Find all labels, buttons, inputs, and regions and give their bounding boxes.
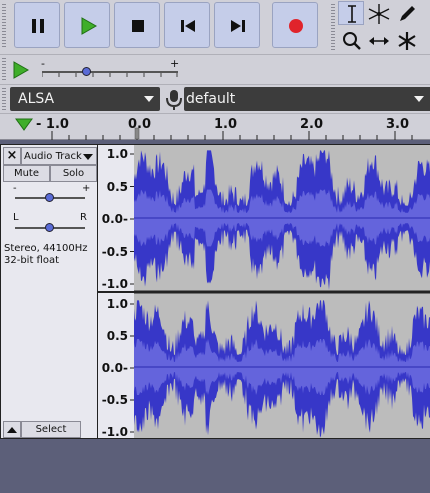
track-menu-button[interactable]: Audio Track (21, 147, 97, 165)
scale-label: -1.0 (101, 277, 128, 291)
mute-button[interactable]: Mute (3, 165, 50, 182)
device-grip[interactable] (2, 88, 6, 110)
track-control-panel: × Audio Track Mute Solo - + L R Stereo, … (0, 144, 98, 439)
play-at-speed-toolbar: - + (0, 54, 430, 84)
pan-slider-thumb[interactable] (45, 223, 54, 232)
multi-tool[interactable] (393, 28, 419, 52)
double-arrow-icon (369, 37, 389, 45)
pan-left-label: L (13, 212, 19, 223)
amplitude-scale[interactable]: 1.0 0.5 0.0- -0.5 -1.0 1.0 0.5 0.0- -0.5 -1.0 (98, 144, 134, 439)
device-toolbar: ALSA default (0, 84, 430, 113)
skip-to-end-icon (231, 20, 245, 32)
timeline-ruler[interactable]: - 1.0 0.0 1.0 2.0 3.0 (0, 113, 430, 140)
collapse-track-button[interactable] (3, 421, 21, 438)
audio-host-value: ALSA (18, 91, 55, 107)
stop-icon (132, 20, 144, 32)
record-icon (289, 19, 303, 33)
transport-toolbar (0, 0, 430, 54)
scale-label: 0.5 (106, 329, 128, 343)
gain-slider-thumb[interactable] (45, 193, 54, 202)
play-at-speed-icon[interactable] (10, 59, 32, 81)
audio-host-select[interactable]: ALSA (10, 87, 160, 111)
speed-max-mark: + (170, 57, 180, 70)
speed-min-mark: - (41, 57, 45, 70)
play-head-marker (134, 127, 140, 140)
skip-to-start-button[interactable] (164, 2, 210, 48)
toolbar-grip[interactable] (2, 4, 6, 48)
chevron-down-icon (144, 96, 154, 102)
chevron-down-icon (83, 154, 93, 160)
scale-label: 0.0- (101, 212, 128, 226)
track-name: Audio Track (24, 151, 82, 162)
pencil-icon (400, 6, 415, 21)
microphone-icon (166, 90, 182, 110)
scale-label: -1.0 (101, 425, 128, 439)
waveform-area[interactable] (134, 144, 430, 439)
speed-slider-ticks (42, 73, 178, 77)
selection-tool[interactable] (338, 1, 364, 25)
play-button[interactable] (64, 2, 110, 48)
record-button[interactable] (272, 2, 318, 48)
zoom-tool[interactable] (338, 28, 364, 52)
waveform-display[interactable] (134, 145, 430, 438)
select-track-button[interactable]: Select (21, 421, 81, 438)
skip-to-start-icon (181, 20, 195, 32)
i-beam-icon (348, 5, 356, 23)
speed-grip[interactable] (2, 58, 6, 80)
scale-label: -0.5 (101, 393, 128, 407)
gain-max-label: + (82, 183, 91, 194)
stop-button[interactable] (114, 2, 160, 48)
scale-label: 1.0 (106, 297, 128, 311)
draw-tool[interactable] (393, 1, 419, 25)
envelope-icon (368, 4, 390, 24)
scale-label: 0.5 (106, 179, 128, 194)
pan-right-label: R (80, 212, 87, 223)
skip-to-end-button[interactable] (214, 2, 260, 48)
gain-min-label: - (13, 183, 17, 194)
scale-label: 1.0 (106, 147, 128, 161)
tools-toolbar (335, 0, 430, 54)
pause-icon (32, 19, 44, 33)
speed-slider-thumb[interactable] (82, 67, 91, 76)
track-format-rate: Stereo, 44100Hz (4, 243, 88, 254)
time-shift-tool[interactable] (365, 28, 391, 52)
triangle-up-icon (7, 427, 17, 433)
chevron-down-icon (414, 96, 424, 102)
scale-label: 0.0- (101, 361, 128, 375)
track-format-bits: 32-bit float (4, 255, 60, 266)
scale-label: -0.5 (101, 244, 128, 259)
envelope-tool[interactable] (365, 1, 391, 25)
recording-device-value: default (186, 91, 236, 107)
solo-button[interactable]: Solo (50, 165, 97, 182)
recording-device-select[interactable]: default (184, 87, 430, 111)
ruler-ticks (51, 127, 413, 140)
asterisk-icon (398, 32, 416, 50)
pause-button[interactable] (14, 2, 60, 48)
track-close-button[interactable]: × (3, 147, 21, 165)
magnifier-icon (343, 32, 361, 50)
play-icon (81, 17, 98, 35)
